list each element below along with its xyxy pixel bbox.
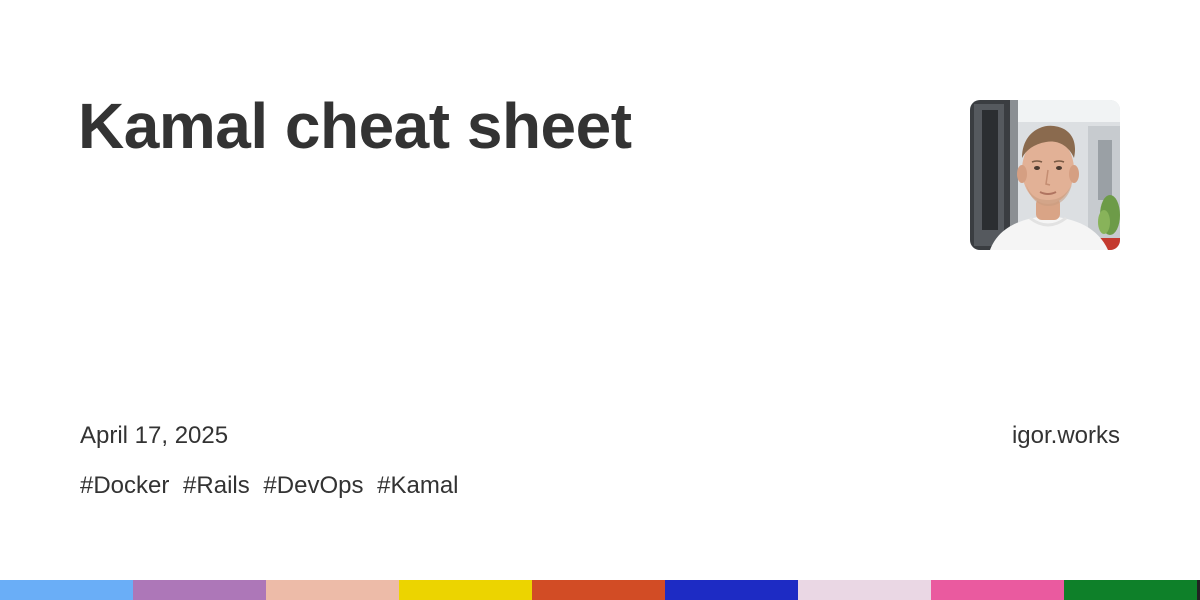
stripe-segment bbox=[133, 580, 266, 600]
tag-list: #Docker #Rails #DevOps #Kamal bbox=[80, 472, 459, 500]
stripe-segment bbox=[798, 580, 931, 600]
site-name: igor.works bbox=[1011, 422, 1120, 449]
stripe-segment bbox=[266, 580, 399, 600]
tag-kamal: #Kamal bbox=[377, 472, 459, 499]
stripe-segment bbox=[1064, 580, 1197, 600]
stripe-segment bbox=[532, 580, 665, 600]
stripe-segment bbox=[931, 580, 1064, 600]
stripe-segment bbox=[665, 580, 798, 600]
tag-rails: #Rails bbox=[183, 472, 250, 499]
author-photo-icon bbox=[970, 100, 1120, 250]
tag-devops: #DevOps bbox=[263, 472, 364, 499]
color-stripe bbox=[0, 580, 1200, 600]
og-card: Kamal cheat sheet April 17, 2025 igor.wo… bbox=[0, 0, 1200, 600]
page-title: Kamal cheat sheet bbox=[78, 90, 632, 162]
stripe-segment bbox=[399, 580, 532, 600]
stripe-segment bbox=[0, 580, 133, 600]
author-avatar bbox=[970, 100, 1120, 250]
post-date: April 17, 2025 bbox=[80, 422, 229, 449]
tag-docker: #Docker bbox=[80, 472, 170, 499]
